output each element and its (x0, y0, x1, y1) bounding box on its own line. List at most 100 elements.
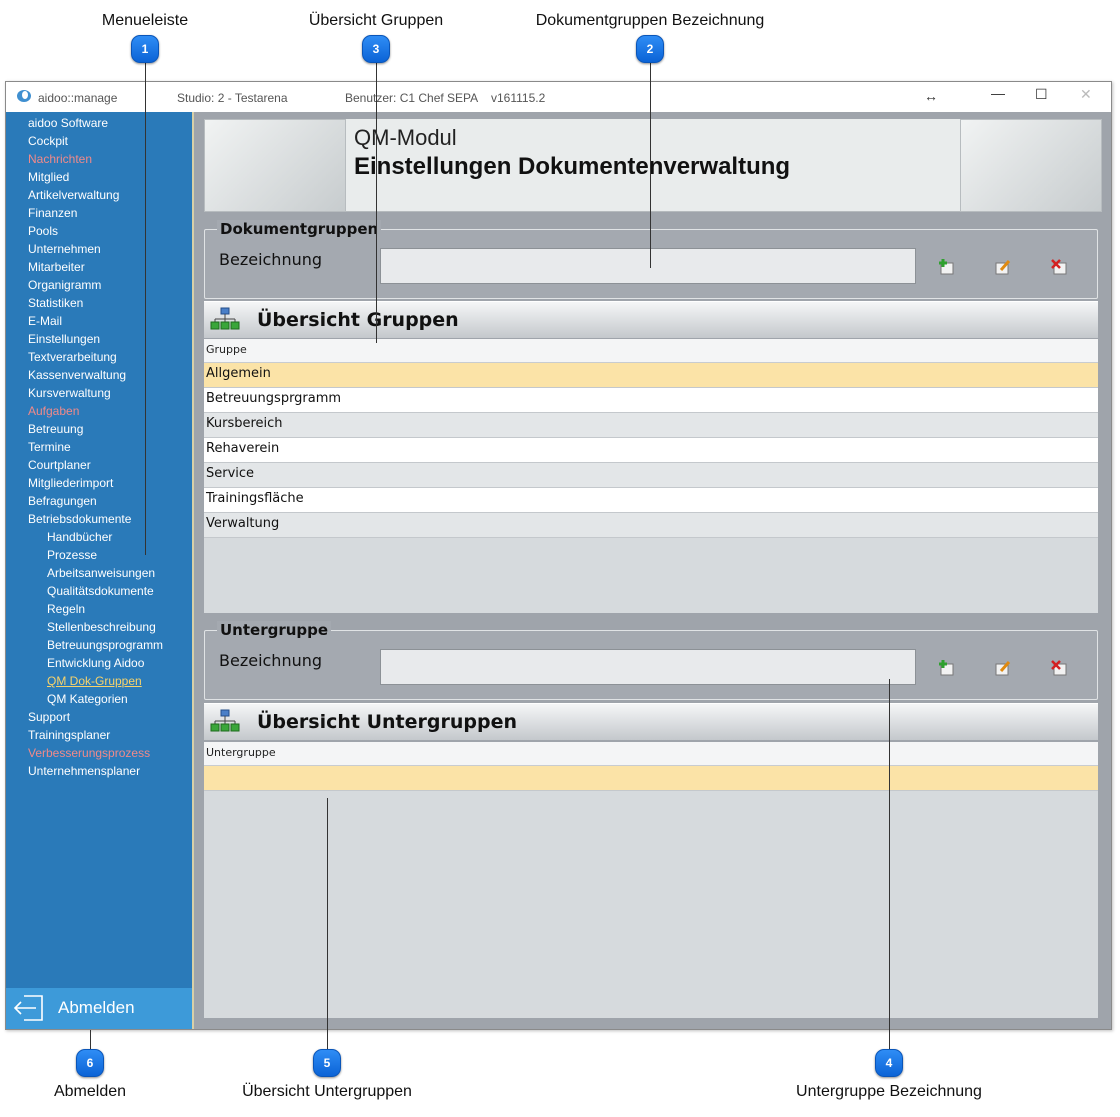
sidebar-item-termine[interactable]: Termine (6, 438, 192, 456)
table-row[interactable]: Service (204, 463, 1098, 488)
sidebar-item-kassenverwaltung[interactable]: Kassenverwaltung (6, 366, 192, 384)
header-left-panel (204, 119, 346, 212)
annotated-screenshot: Menueleiste 1 Übersicht Gruppen 3 Dokume… (0, 0, 1120, 1117)
logout-button[interactable]: Abmelden (6, 988, 192, 1029)
sidebar-item-cockpit[interactable]: Cockpit (6, 132, 192, 150)
sidebar-item-trainingsplaner[interactable]: Trainingsplaner (6, 726, 192, 744)
subgroup-name-label: Bezeichnung (219, 651, 323, 670)
add-group-icon[interactable] (937, 258, 955, 276)
sidebar-item-kursverwaltung[interactable]: Kursverwaltung (6, 384, 192, 402)
sidebar-item-aidoo-software[interactable]: aidoo Software (6, 114, 192, 132)
maximize-button[interactable]: ☐ (1035, 86, 1048, 103)
table-row[interactable]: Verwaltung (204, 513, 1098, 538)
leader-line-4 (889, 679, 890, 1050)
sidebar-item-mitarbeiter[interactable]: Mitarbeiter (6, 258, 192, 276)
edit-group-icon[interactable] (994, 258, 1012, 276)
subgroup-title: Untergruppe (217, 621, 332, 639)
sidebar-item-einstellungen[interactable]: Einstellungen (6, 330, 192, 348)
hierarchy-icon (210, 709, 240, 732)
studio-info: Studio: 2 - Testarena (177, 91, 288, 105)
callout-marker-3: 3 (362, 35, 390, 63)
table-row[interactable]: Kursbereich (204, 413, 1098, 438)
subgroup-panel: Untergruppe Bezeichnung (204, 621, 1098, 700)
sidebar-item-nachrichten[interactable]: Nachrichten (6, 150, 192, 168)
table-row[interactable]: Allgemein (204, 363, 1098, 388)
minimize-button[interactable]: — (991, 85, 1005, 101)
sidebar-item-courtplaner[interactable]: Courtplaner (6, 456, 192, 474)
sidebar-item-befragungen[interactable]: Befragungen (6, 492, 192, 510)
sidebar-item-statistiken[interactable]: Statistiken (6, 294, 192, 312)
column-header-gruppe[interactable]: Gruppe (204, 339, 1098, 363)
edit-subgroup-icon[interactable] (994, 659, 1012, 677)
table-row[interactable] (204, 766, 1098, 791)
sidebar-item-artikelverwaltung[interactable]: Artikelverwaltung (6, 186, 192, 204)
app-window: aidoo::manage Studio: 2 - Testarena Benu… (5, 81, 1112, 1030)
sidebar-item-handbücher[interactable]: Handbücher (6, 528, 192, 546)
sidebar-item-finanzen[interactable]: Finanzen (6, 204, 192, 222)
table-row[interactable]: Trainingsfläche (204, 488, 1098, 513)
groups-overview-title: Übersicht Gruppen (257, 309, 459, 331)
sidebar-item-entwicklung-aidoo[interactable]: Entwicklung Aidoo (6, 654, 192, 672)
callout-marker-5: 5 (313, 1049, 341, 1077)
callout-marker-6: 6 (76, 1049, 104, 1077)
leader-line-1 (145, 63, 146, 555)
sidebar-item-qm-dok-gruppen[interactable]: QM Dok-Gruppen (6, 672, 192, 690)
sidebar-menu: aidoo Software Cockpit Nachrichten Mitglied… (6, 112, 192, 1029)
callout-label-uebersicht-untergruppen: Übersicht Untergruppen (242, 1083, 412, 1100)
sidebar-item-aufgaben[interactable]: Aufgaben (6, 402, 192, 420)
subgroup-name-input[interactable] (380, 649, 916, 685)
sidebar-item-regeln[interactable]: Regeln (6, 600, 192, 618)
delete-subgroup-icon[interactable] (1050, 659, 1068, 677)
subgroups-table: Untergruppe (204, 742, 1098, 1018)
app-logo-icon (17, 90, 31, 102)
sidebar-item-qm-kategorien[interactable]: QM Kategorien (6, 690, 192, 708)
sidebar-item-pools[interactable]: Pools (6, 222, 192, 240)
user-info: Benutzer: C1 Chef SEPA (345, 91, 479, 105)
leader-line-5 (327, 798, 328, 1050)
sidebar-item-betriebsdokumente[interactable]: Betriebsdokumente (6, 510, 192, 528)
title-bar: aidoo::manage Studio: 2 - Testarena Benu… (6, 82, 1111, 112)
sidebar-item-unternehmensplaner[interactable]: Unternehmensplaner (6, 762, 192, 780)
doc-group-name-label: Bezeichnung (219, 250, 323, 269)
module-title: QM-Modul (354, 125, 457, 150)
callout-label-menueleiste: Menueleiste (101, 12, 189, 29)
sidebar-item-mitglied[interactable]: Mitglied (6, 168, 192, 186)
delete-group-icon[interactable] (1050, 258, 1068, 276)
doc-group-name-input[interactable] (380, 248, 916, 284)
sidebar-item-arbeitsanweisungen[interactable]: Arbeitsanweisungen (6, 564, 192, 582)
sidebar-item-unternehmen[interactable]: Unternehmen (6, 240, 192, 258)
add-subgroup-icon[interactable] (937, 659, 955, 677)
column-header-untergruppe[interactable]: Untergruppe (204, 742, 1098, 766)
header-title-panel: QM-Modul Einstellungen Dokumentenverwalt… (346, 119, 960, 212)
callout-label-untergruppe-bezeichnung: Untergruppe Bezeichnung (796, 1083, 982, 1100)
sidebar-item-e-mail[interactable]: E-Mail (6, 312, 192, 330)
subgroups-overview-header: Übersicht Untergruppen (204, 703, 1098, 740)
sidebar-item-organigramm[interactable]: Organigramm (6, 276, 192, 294)
leader-line-3 (376, 63, 377, 343)
table-row[interactable]: Rehaverein (204, 438, 1098, 463)
table-row[interactable]: Betreuungsprgramm (204, 388, 1098, 413)
sidebar-item-support[interactable]: Support (6, 708, 192, 726)
sidebar-item-qualitätsdokumente[interactable]: Qualitätsdokumente (6, 582, 192, 600)
callout-label-dokumentgruppen-bezeichnung: Dokumentgruppen Bezeichnung (535, 12, 765, 29)
sidebar-item-mitgliederimport[interactable]: Mitgliederimport (6, 474, 192, 492)
logout-label: Abmelden (58, 998, 135, 1017)
callout-label-uebersicht-gruppen: Übersicht Gruppen (308, 12, 444, 29)
module-header: QM-Modul Einstellungen Dokumentenverwalt… (204, 119, 1102, 212)
header-right-panel (960, 119, 1102, 212)
sidebar-item-prozesse[interactable]: Prozesse (6, 546, 192, 564)
logout-arrow-icon (13, 995, 43, 1021)
doc-groups-panel: Dokumentgruppen Bezeichnung (204, 220, 1098, 299)
callout-marker-4: 4 (875, 1049, 903, 1077)
main-content: QM-Modul Einstellungen Dokumentenverwalt… (192, 112, 1111, 1029)
close-button[interactable]: ✕ (1080, 86, 1092, 103)
sidebar-item-betreuung[interactable]: Betreuung (6, 420, 192, 438)
callout-label-abmelden: Abmelden (53, 1083, 127, 1100)
leader-line-2 (650, 63, 651, 268)
sidebar-item-betreuungsprogramm[interactable]: Betreuungsprogramm (6, 636, 192, 654)
app-title: aidoo::manage (38, 91, 118, 105)
callout-marker-1: 1 (131, 35, 159, 63)
sidebar-item-textverarbeitung[interactable]: Textverarbeitung (6, 348, 192, 366)
sidebar-item-verbesserungsprozess[interactable]: Verbesserungsprozess (6, 744, 192, 762)
sidebar-item-stellenbeschreibung[interactable]: Stellenbeschreibung (6, 618, 192, 636)
